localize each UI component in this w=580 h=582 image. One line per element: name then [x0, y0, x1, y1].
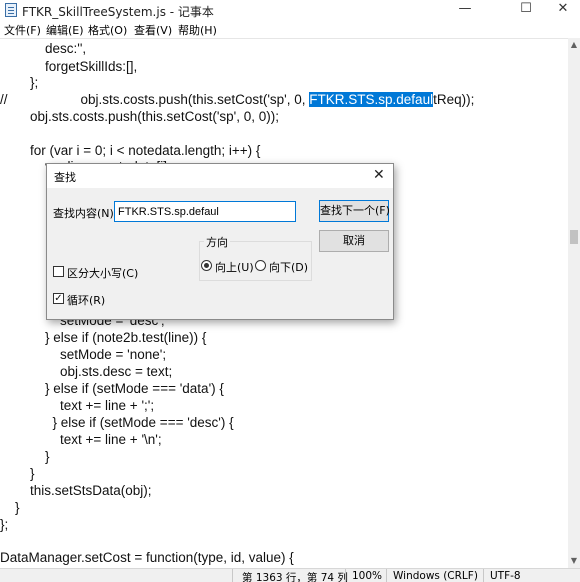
menu-file[interactable]: 文件(F) — [4, 22, 41, 38]
code-line-selected: // obj.sts.costs.push(this.setCost('sp',… — [0, 91, 474, 109]
vertical-scrollbar[interactable]: ▲ ▼ — [568, 38, 580, 568]
code-line: text += line + '\n'; — [0, 432, 162, 447]
comment-prefix: // — [0, 92, 8, 107]
status-encoding: UTF-8 — [490, 570, 521, 582]
code-line: text += line + ';'; — [0, 398, 155, 413]
code-line: } else if (setMode === 'desc') { — [0, 415, 234, 430]
code-text: tReq)); — [433, 92, 475, 107]
scroll-down-arrow-icon[interactable]: ▼ — [568, 554, 580, 568]
status-divider — [386, 569, 387, 582]
wrap-label[interactable]: 循环(R) — [67, 292, 105, 308]
find-input[interactable] — [114, 201, 296, 222]
status-zoom: 100% — [352, 570, 383, 582]
window-title: FTKR_SkillTreeSystem.js - 记事本 — [22, 5, 214, 19]
code-line: } else if (setMode === 'data') { — [0, 381, 224, 396]
selected-text: FTKR.STS.sp.defaul — [309, 92, 434, 107]
find-label: 查找内容(N): — [53, 207, 118, 220]
status-line-ending: Windows (CRLF) — [393, 570, 478, 582]
direction-up-radio[interactable] — [201, 260, 212, 271]
close-button[interactable]: ✕ — [540, 0, 580, 20]
cancel-button[interactable]: 取消 — [319, 230, 389, 252]
wrap-checkbox[interactable]: ✓ — [53, 293, 64, 304]
status-divider — [483, 569, 484, 582]
dialog-close-button[interactable]: ✕ — [373, 167, 385, 183]
match-case-label[interactable]: 区分大小写(C) — [67, 265, 138, 281]
code-line: } — [0, 449, 50, 464]
status-bar: 第 1363 行，第 74 列 100% Windows (CRLF) UTF-… — [0, 568, 580, 582]
code-line: obj.sts.costs.push(this.setCost('sp', 0,… — [0, 109, 279, 124]
dialog-title-bar: 查找 ✕ — [47, 164, 393, 188]
match-case-checkbox[interactable] — [53, 266, 64, 277]
code-line: desc:'', — [0, 41, 87, 56]
dialog-title: 查找 — [54, 171, 76, 184]
code-line: }; — [0, 517, 9, 532]
code-line: DataManager.setCost = function(type, id,… — [0, 550, 294, 565]
code-text: obj.sts.costs.push(this.setCost('sp', 0, — [35, 92, 310, 107]
menu-help[interactable]: 帮助(H) — [178, 22, 217, 38]
menu-format[interactable]: 格式(O) — [88, 22, 127, 38]
code-line: } — [0, 500, 20, 515]
scroll-thumb[interactable] — [570, 230, 578, 244]
status-divider — [345, 569, 346, 582]
menu-bar: 文件(F) 编辑(E) 格式(O) 查看(V) 帮助(H) — [0, 20, 580, 38]
status-divider — [232, 569, 233, 582]
direction-down-label[interactable]: 向下(D) — [269, 259, 308, 275]
find-next-button[interactable]: 查找下一个(F) — [319, 200, 390, 222]
scroll-up-arrow-icon[interactable]: ▲ — [568, 38, 580, 52]
code-line: }; — [0, 75, 39, 90]
code-line: } — [0, 466, 35, 481]
notepad-icon — [5, 3, 17, 17]
direction-up-label[interactable]: 向上(U) — [215, 259, 254, 275]
minimize-button[interactable]: — — [442, 0, 488, 20]
code-line: obj.sts.desc = text; — [0, 364, 173, 379]
find-dialog: 查找 ✕ 查找内容(N): 查找下一个(F) 取消 方向 向上(U) 向下(D)… — [46, 163, 394, 320]
direction-down-radio[interactable] — [255, 260, 266, 271]
menu-edit[interactable]: 编辑(E) — [46, 22, 84, 38]
code-line: this.setStsData(obj); — [0, 483, 152, 498]
direction-label: 方向 — [204, 234, 230, 250]
title-bar: FTKR_SkillTreeSystem.js - 记事本 — ☐ ✕ — [0, 0, 580, 20]
code-line: } else if (note2b.test(line)) { — [0, 330, 207, 345]
code-line: setMode = 'none'; — [0, 347, 167, 362]
status-position: 第 1363 行，第 74 列 — [242, 572, 348, 582]
menu-view[interactable]: 查看(V) — [134, 22, 172, 38]
